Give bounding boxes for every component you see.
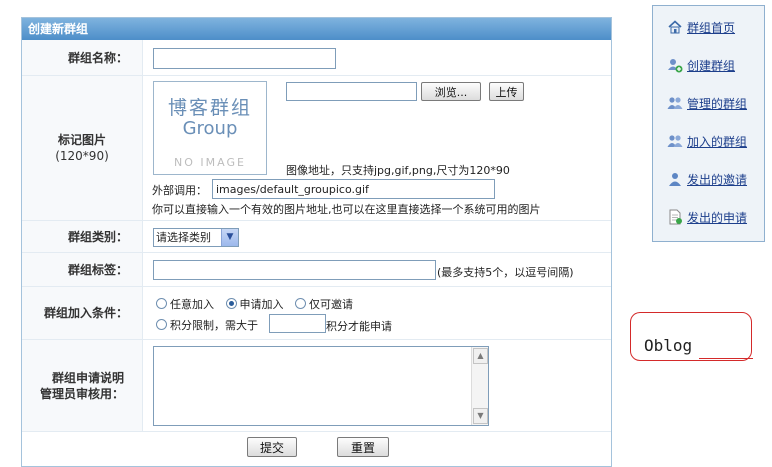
row-join-condition: 群组加入条件： 任意加入 申请加入 仅可邀请 积分限制，需大于 积分才能申请 (22, 287, 611, 340)
category-select[interactable]: 请选择类别 ▼ (153, 228, 239, 247)
tags-label: 群组标签： (22, 253, 143, 286)
upload-button[interactable]: 上传 (489, 82, 524, 101)
submit-button[interactable]: 提交 (247, 437, 297, 457)
sidebar-item-create[interactable]: 创建群组 (667, 56, 735, 74)
sidebar-item-home[interactable]: 群组首页 (667, 18, 735, 36)
logo-file-input[interactable] (286, 82, 417, 101)
join-condition-label: 群组加入条件： (22, 287, 143, 339)
sidebar-item-joined[interactable]: 加入的群组 (667, 132, 747, 150)
join-options: 任意加入 申请加入 仅可邀请 (156, 296, 353, 312)
external-url-input[interactable] (212, 179, 495, 199)
sidebar-link-joined[interactable]: 加入的群组 (687, 133, 747, 150)
sidebar-link-managed[interactable]: 管理的群组 (687, 95, 747, 112)
group-name-input[interactable] (153, 48, 336, 69)
group-manage-icon (667, 97, 683, 109)
row-description: 群组申请说明 管理员审核用： ▲ ▼ (22, 340, 611, 432)
join-option-invite[interactable]: 仅可邀请 (295, 298, 353, 311)
radio-icon[interactable] (156, 319, 167, 330)
sidebar-item-invites[interactable]: 发出的邀请 (667, 170, 747, 188)
logo-text-no-image: NO IMAGE (174, 156, 246, 169)
sidebar-item-requests[interactable]: 发出的申请 (667, 208, 747, 226)
scroll-down-icon[interactable]: ▼ (473, 408, 488, 424)
category-selected-value: 请选择类别 (156, 231, 211, 244)
row-tags: 群组标签： (最多支持5个，以逗号间隔) (22, 253, 611, 287)
home-icon (668, 20, 682, 34)
logo-help-text: 你可以直接输入一个有效的图片地址,也可以在这里直接选择一个系统可用的图片 (152, 203, 541, 216)
tags-hint: (最多支持5个，以逗号间隔) (437, 266, 574, 279)
oblog-annotation-text: Oblog (644, 336, 693, 355)
scroll-up-icon[interactable]: ▲ (473, 348, 488, 364)
logo-label: 标记图片 (57, 133, 106, 147)
user-invite-icon (669, 173, 681, 186)
description-scrollbar[interactable]: ▲ ▼ (471, 347, 488, 425)
row-category: 群组类别： 请选择类别 ▼ (22, 221, 611, 253)
description-label-line2: 管理员审核用： (39, 386, 124, 401)
join-option-apply[interactable]: 申请加入 (225, 298, 284, 311)
group-add-icon (668, 59, 683, 73)
group-joined-icon (667, 135, 683, 147)
points-suffix: 积分才能申请 (326, 320, 392, 333)
description-label-cell: 群组申请说明 管理员审核用： (22, 340, 143, 431)
join-option-any[interactable]: 任意加入 (156, 298, 214, 311)
reset-button[interactable]: 重置 (337, 437, 389, 457)
description-label-line1: 群组申请说明 (51, 370, 124, 385)
row-logo: 标记图片 (120*90) 博客群组 Group NO IMAGE 浏览... … (22, 76, 611, 221)
row-group-name: 群组名称： (22, 40, 611, 76)
external-url-label: 外部调用： (152, 184, 207, 197)
sidebar-link-home[interactable]: 群组首页 (687, 19, 735, 36)
sidebar-link-invites[interactable]: 发出的邀请 (687, 171, 747, 188)
sidebar-link-create[interactable]: 创建群组 (687, 57, 735, 74)
points-input[interactable] (269, 314, 326, 333)
sidebar-item-managed[interactable]: 管理的群组 (667, 94, 747, 112)
group-name-label: 群组名称： (22, 40, 143, 75)
logo-note: 图像地址，只支持jpg,gif,png,尺寸为120*90 (286, 164, 510, 177)
sidebar-link-requests[interactable]: 发出的申请 (687, 209, 747, 226)
logo-text-group: Group (182, 118, 238, 139)
radio-checked-icon[interactable] (225, 298, 237, 309)
logo-size-hint: (120*90) (55, 149, 109, 163)
join-option-points[interactable]: 积分限制，需大于 (156, 317, 258, 333)
logo-label-cell: 标记图片 (120*90) (22, 76, 143, 220)
browse-button[interactable]: 浏览... (421, 82, 481, 101)
group-logo-preview: 博客群组 Group NO IMAGE (153, 81, 267, 175)
tags-input[interactable] (153, 260, 436, 280)
document-request-icon (669, 209, 682, 225)
group-sidebar: 群组首页 创建群组 管理的群组 加入的群组 发出的邀请 发出的申请 (652, 5, 765, 242)
radio-icon[interactable] (156, 298, 167, 309)
annotation-underline (699, 358, 753, 359)
logo-text-chinese: 博客群组 (167, 97, 252, 119)
create-group-form: 创建新群组 群组名称： 标记图片 (120*90) 博客群组 Group NO … (21, 17, 612, 467)
radio-icon[interactable] (295, 298, 306, 309)
oblog-annotation: Oblog (630, 312, 753, 361)
category-label: 群组类别： (22, 221, 143, 252)
row-actions: 提交 重置 (22, 432, 611, 462)
description-textarea[interactable]: ▲ ▼ (153, 346, 489, 426)
points-prefix: 积分限制，需大于 (170, 319, 258, 332)
form-title: 创建新群组 (22, 18, 611, 40)
chevron-down-icon[interactable]: ▼ (221, 229, 238, 246)
